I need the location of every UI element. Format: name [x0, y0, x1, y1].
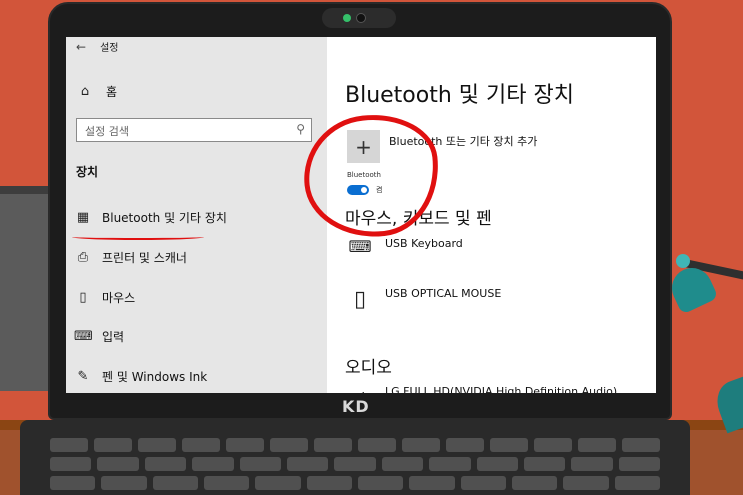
printer-icon: ⎙ — [77, 250, 89, 265]
sidebar-item-home[interactable]: ⌂ 홈 — [76, 83, 117, 100]
home-icon: ⌂ — [80, 84, 90, 99]
laptop-keyboard — [50, 438, 661, 495]
pen-icon: ✎ — [77, 369, 89, 384]
sidebar-item-typing[interactable]: ⌨ 입력 — [74, 328, 124, 345]
section-title-audio: 오디오 — [345, 358, 392, 378]
sidebar-item-label: 펜 및 Windows Ink — [102, 370, 208, 384]
laptop-brand-logo: KD — [342, 397, 370, 416]
back-arrow-icon[interactable]: ← — [76, 40, 86, 54]
speaker-icon: ◂ — [347, 385, 373, 393]
sidebar-item-printers[interactable]: ⎙ 프린터 및 스캐너 — [74, 249, 187, 266]
webcam-led — [343, 14, 351, 22]
device-row-mouse[interactable]: ▯ USB OPTICAL MOUSE — [347, 287, 501, 312]
device-name: USB OPTICAL MOUSE — [385, 287, 502, 300]
search-placeholder: 설정 검색 — [85, 125, 129, 138]
keyboard-icon: ⌨ — [348, 237, 372, 256]
sidebar-item-label: 마우스 — [102, 291, 136, 305]
keyboard-icon: ⌨ — [74, 329, 93, 344]
sidebar-item-label: 프린터 및 스캐너 — [102, 251, 187, 265]
webcam-lens-icon — [356, 13, 366, 23]
bluetooth-device-icon: ▦ — [76, 210, 90, 225]
sidebar-item-mouse[interactable]: ▯ 마우스 — [74, 289, 135, 306]
title-bar: ← 설정 — [76, 39, 119, 55]
section-title-devices: 장치 — [76, 165, 99, 179]
device-name: LG FULL HD(NVIDIA High Definition Audio) — [385, 385, 618, 393]
device-row-keyboard[interactable]: ⌨ USB Keyboard — [347, 237, 463, 256]
device-row-audio[interactable]: ◂ LG FULL HD(NVIDIA High Definition Audi… — [347, 385, 617, 393]
device-name: USB Keyboard — [385, 237, 463, 250]
search-input[interactable]: 설정 검색 ⚲ — [76, 118, 312, 142]
sidebar-item-bluetooth[interactable]: ▦ Bluetooth 및 기타 장치 — [74, 209, 227, 226]
red-underline-annotation — [72, 234, 204, 240]
search-icon[interactable]: ⚲ — [296, 122, 305, 136]
sidebar-item-label: 입력 — [102, 330, 125, 344]
window-title: 설정 — [100, 43, 119, 54]
sidebar-item-label: Bluetooth 및 기타 장치 — [102, 211, 227, 225]
page-title: Bluetooth 및 기타 장치 — [345, 83, 574, 108]
lamp-joint — [676, 254, 690, 268]
mouse-icon: ▯ — [79, 290, 87, 305]
mouse-icon: ▯ — [353, 287, 367, 312]
settings-sidebar: ← 설정 ⌂ 홈 설정 검색 ⚲ 장치 ▦ Bluetooth 및 기타 장치 … — [66, 37, 327, 393]
sidebar-item-pen[interactable]: ✎ 펜 및 Windows Ink — [74, 368, 208, 385]
sidebar-item-label: 홈 — [106, 85, 118, 99]
